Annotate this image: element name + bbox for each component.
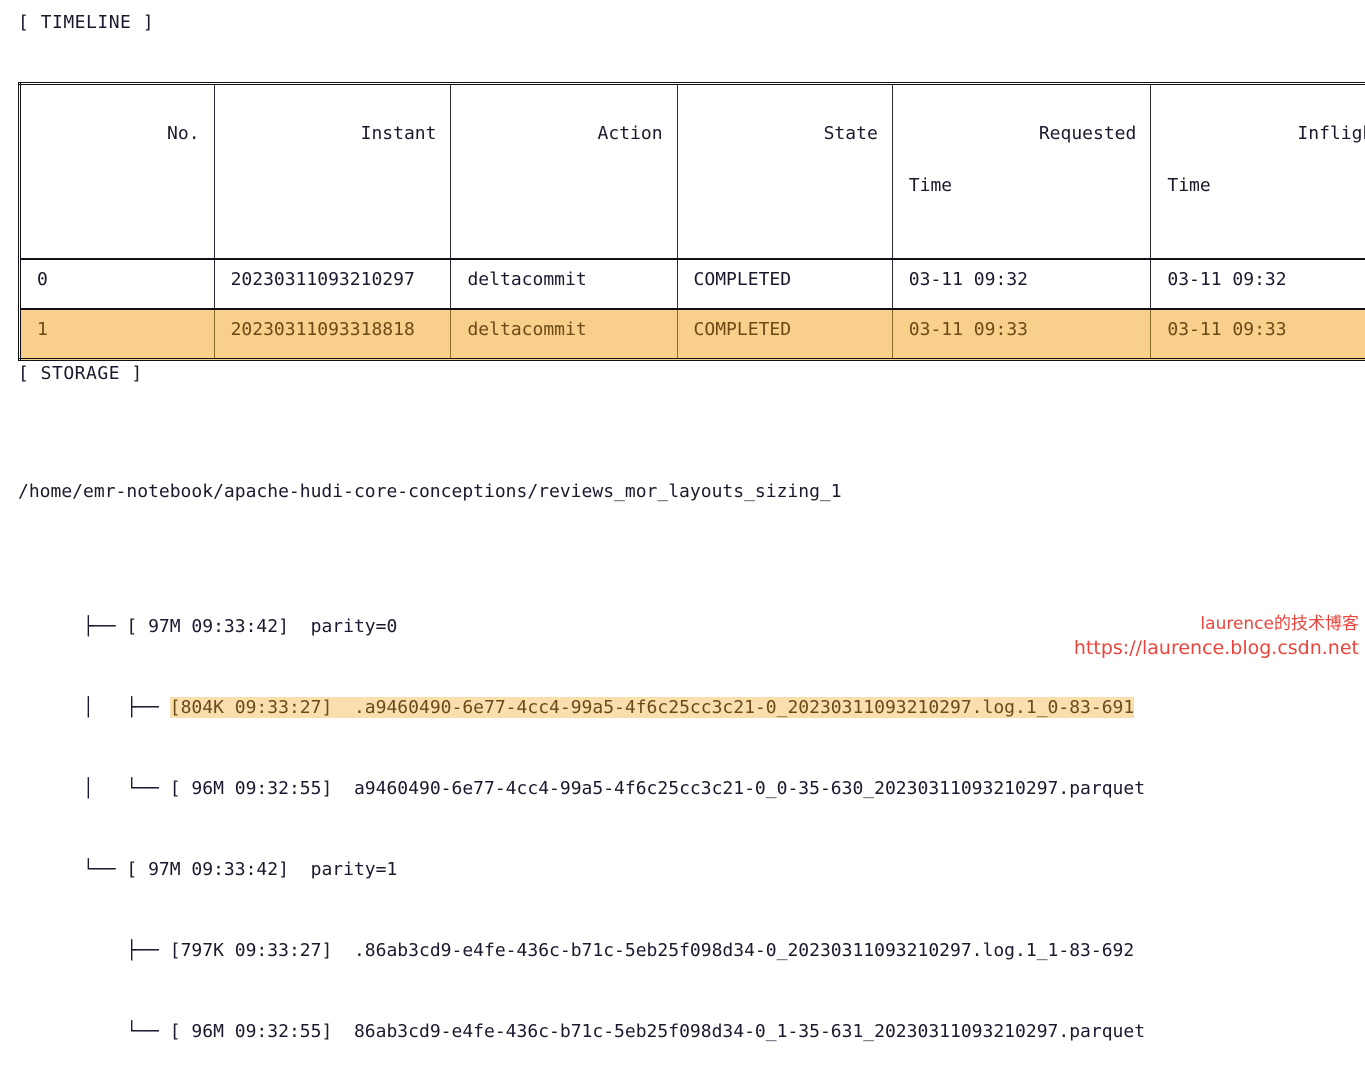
column-header-requested-time-line1: Requested xyxy=(1039,123,1137,144)
cell-requested-time: 03-11 09:33 xyxy=(892,309,1151,360)
column-header-no-line1: No. xyxy=(167,123,200,144)
tree-item-label: [ 97M 09:33:42] parity=0 xyxy=(126,616,397,637)
tree-item: │ └── [ 96M 09:32:55] a9460490-6e77-4cc4… xyxy=(18,748,1145,775)
timeline-table-container: No. Instant Action State Requested Time xyxy=(18,82,1365,361)
column-header-instant: Instant xyxy=(214,84,451,260)
timeline-table-head: No. Instant Action State Requested Time xyxy=(20,84,1365,260)
cell-state: COMPLETED xyxy=(677,309,892,360)
tree-branch-icon: │ └── xyxy=(83,778,170,799)
tree-item-label: [ 96M 09:32:55] 86ab3cd9-e4fe-436c-b71c-… xyxy=(170,1021,1145,1042)
tree-branch-icon: ├── xyxy=(83,940,170,961)
tree-branch-icon: │ ├── xyxy=(83,697,170,718)
tree-item: └── [ 96M 09:32:55] 86ab3cd9-e4fe-436c-b… xyxy=(18,991,1145,1018)
column-header-requested-time: Requested Time xyxy=(892,84,1151,260)
column-header-inflight-time: Inflight Time xyxy=(1151,84,1365,260)
column-header-state: State xyxy=(677,84,892,260)
table-row: 0 20230311093210297 deltacommit COMPLETE… xyxy=(20,259,1365,309)
timeline-table: No. Instant Action State Requested Time xyxy=(18,82,1365,361)
storage-section-label: [ STORAGE ] xyxy=(18,363,143,384)
column-header-state-line1: State xyxy=(824,123,878,144)
cell-action: deltacommit xyxy=(451,309,677,360)
table-header-row: No. Instant Action State Requested Time xyxy=(20,84,1365,260)
column-header-inflight-time-line1: Inflight xyxy=(1297,123,1365,144)
terminal-output-page: [ TIMELINE ] No. Instant Action State xyxy=(0,0,1365,667)
timeline-section-label: [ TIMELINE ] xyxy=(18,12,154,33)
storage-tree: /home/emr-notebook/apache-hudi-core-conc… xyxy=(18,424,1145,1072)
tree-item: ├── [797K 09:33:27] .86ab3cd9-e4fe-436c-… xyxy=(18,910,1145,937)
column-header-action-line1: Action xyxy=(598,123,663,144)
tree-item: ├── [ 97M 09:33:42] parity=0 xyxy=(18,586,1145,613)
cell-inflight-time: 03-11 09:32 xyxy=(1151,259,1365,309)
table-row: 1 20230311093318818 deltacommit COMPLETE… xyxy=(20,309,1365,360)
tree-branch-icon: └── xyxy=(83,1021,170,1042)
tree-branch-icon: ├── xyxy=(83,616,126,637)
tree-item: └── [ 97M 09:33:42] parity=1 xyxy=(18,829,1145,856)
cell-no: 1 xyxy=(20,309,215,360)
storage-root-path: /home/emr-notebook/apache-hudi-core-conc… xyxy=(18,478,1145,505)
timeline-table-body: 0 20230311093210297 deltacommit COMPLETE… xyxy=(20,259,1365,360)
cell-instant: 20230311093210297 xyxy=(214,259,451,309)
tree-item: │ ├── [804K 09:33:27] .a9460490-6e77-4cc… xyxy=(18,667,1145,694)
tree-item-label: [804K 09:33:27] .a9460490-6e77-4cc4-99a5… xyxy=(170,697,1135,718)
cell-requested-time: 03-11 09:32 xyxy=(892,259,1151,309)
tree-branch-icon: └── xyxy=(83,859,126,880)
tree-item-label: [797K 09:33:27] .86ab3cd9-e4fe-436c-b71c… xyxy=(170,940,1135,961)
tree-item-label: [ 97M 09:33:42] parity=1 xyxy=(126,859,397,880)
column-header-no: No. xyxy=(20,84,215,260)
cell-no: 0 xyxy=(20,259,215,309)
column-header-inflight-time-line2: Time xyxy=(1167,173,1365,199)
column-header-requested-time-line2: Time xyxy=(909,173,1137,199)
tree-item-label: [ 96M 09:32:55] a9460490-6e77-4cc4-99a5-… xyxy=(170,778,1145,799)
cell-state: COMPLETED xyxy=(677,259,892,309)
cell-inflight-time: 03-11 09:33 xyxy=(1151,309,1365,360)
column-header-instant-line1: Instant xyxy=(361,123,437,144)
column-header-action: Action xyxy=(451,84,677,260)
cell-action: deltacommit xyxy=(451,259,677,309)
cell-instant: 20230311093318818 xyxy=(214,309,451,360)
